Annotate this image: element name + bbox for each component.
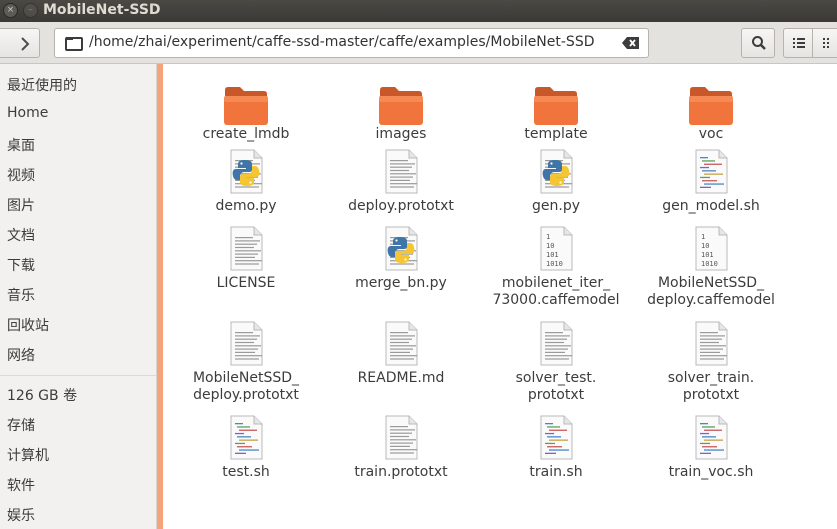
file-name: train.sh xyxy=(529,464,583,480)
file-name: images xyxy=(375,126,427,142)
svg-text:1: 1 xyxy=(701,233,705,241)
close-icon: × xyxy=(6,5,15,15)
chevron-right-icon xyxy=(21,37,30,51)
folder-icon xyxy=(378,86,424,126)
text-file-icon xyxy=(538,320,574,366)
sidebar-item-documents[interactable]: 文档 xyxy=(7,225,35,245)
file-name: voc xyxy=(698,126,724,142)
text-file-icon xyxy=(228,225,264,271)
file-name: test.sh xyxy=(222,464,270,480)
folder-icon xyxy=(223,86,269,126)
script-file-icon xyxy=(538,414,574,460)
sidebar-divider xyxy=(0,375,156,376)
list-view-button[interactable] xyxy=(783,28,813,58)
file-name: solver_train. prototxt xyxy=(667,370,755,403)
file-name: template xyxy=(524,126,588,142)
binary-file-icon: 1 10 101 1010 xyxy=(538,225,574,271)
window-title: MobileNet-SSD xyxy=(43,2,161,18)
svg-text:1: 1 xyxy=(546,233,550,241)
python-file-icon xyxy=(538,148,574,194)
file-name: train_voc.sh xyxy=(668,464,754,480)
file-name: LICENSE xyxy=(216,275,276,291)
svg-text:101: 101 xyxy=(546,251,559,259)
search-button[interactable] xyxy=(741,28,775,58)
file-name: MobileNetSSD_ deploy.prototxt xyxy=(192,370,300,403)
file-grid: create_lmdb images template voc demo.py de… xyxy=(163,64,837,529)
grid-view-button[interactable] xyxy=(812,28,837,58)
file-name: demo.py xyxy=(215,198,277,214)
toolbar: /home/zhai/experiment/caffe-ssd-master/c… xyxy=(0,22,837,64)
svg-text:10: 10 xyxy=(546,242,554,250)
file-name: gen_model.sh xyxy=(662,198,760,214)
folder-icon xyxy=(533,86,579,126)
sidebar-device-entertainment[interactable]: 娱乐 xyxy=(7,505,35,525)
file-name: create_lmdb xyxy=(202,126,290,142)
file-name: deploy.prototxt xyxy=(348,198,454,214)
text-file-icon xyxy=(693,320,729,366)
sidebar-item-trash[interactable]: 回收站 xyxy=(7,315,49,335)
minimize-icon: – xyxy=(28,5,33,15)
sidebar-device-software[interactable]: 软件 xyxy=(7,475,35,495)
file-name: train.prototxt xyxy=(354,464,448,480)
sidebar-item-pictures[interactable]: 图片 xyxy=(7,195,35,215)
script-file-icon xyxy=(693,414,729,460)
text-file-icon xyxy=(383,320,419,366)
clear-location-icon[interactable] xyxy=(622,37,640,49)
sidebar-item-network[interactable]: 网络 xyxy=(7,345,35,365)
sidebar-device-storage[interactable]: 存储 xyxy=(7,415,35,435)
sidebar-device-computer[interactable]: 计算机 xyxy=(7,445,49,465)
sidebar: 最近使用的 Home 桌面 视频 图片 文档 下载 音乐 回收站 网络 126 … xyxy=(0,64,157,529)
minimize-window-button[interactable]: – xyxy=(23,3,38,18)
sidebar-item-music[interactable]: 音乐 xyxy=(7,285,35,305)
text-file-icon xyxy=(228,320,264,366)
folder-icon xyxy=(65,37,83,51)
binary-file-icon: 1 10 101 1010 xyxy=(693,225,729,271)
file-name: MobileNetSSD_ deploy.caffemodel xyxy=(647,275,775,308)
forward-button[interactable] xyxy=(0,28,40,58)
location-path[interactable]: /home/zhai/experiment/caffe-ssd-master/c… xyxy=(89,34,594,50)
sidebar-item-videos[interactable]: 视频 xyxy=(7,165,35,185)
close-window-button[interactable]: × xyxy=(3,3,18,18)
python-file-icon xyxy=(383,225,419,271)
file-name: README.md xyxy=(357,370,445,386)
svg-text:1010: 1010 xyxy=(546,260,563,268)
sidebar-item-downloads[interactable]: 下载 xyxy=(7,255,35,275)
file-name: gen.py xyxy=(532,198,580,214)
script-file-icon xyxy=(693,148,729,194)
file-name: solver_test. prototxt xyxy=(515,370,597,403)
file-name: merge_bn.py xyxy=(355,275,447,291)
script-file-icon xyxy=(228,414,264,460)
title-bar: × – MobileNet-SSD xyxy=(0,0,837,22)
grid-view-icon xyxy=(823,38,829,48)
text-file-icon xyxy=(383,148,419,194)
search-icon xyxy=(752,36,766,50)
sidebar-item-recent[interactable]: 最近使用的 xyxy=(7,75,77,95)
python-file-icon xyxy=(228,148,264,194)
svg-text:10: 10 xyxy=(701,242,709,250)
text-file-icon xyxy=(383,414,419,460)
svg-text:101: 101 xyxy=(701,251,714,259)
location-bar[interactable]: /home/zhai/experiment/caffe-ssd-master/c… xyxy=(54,28,649,58)
svg-text:1010: 1010 xyxy=(701,260,718,268)
list-view-icon xyxy=(793,38,805,48)
folder-icon xyxy=(688,86,734,126)
sidebar-item-home[interactable]: Home xyxy=(7,105,48,121)
file-name: mobilenet_iter_ 73000.caffemodel xyxy=(492,275,620,308)
sidebar-item-desktop[interactable]: 桌面 xyxy=(7,135,35,155)
sidebar-device-volume[interactable]: 126 GB 卷 xyxy=(7,385,77,405)
